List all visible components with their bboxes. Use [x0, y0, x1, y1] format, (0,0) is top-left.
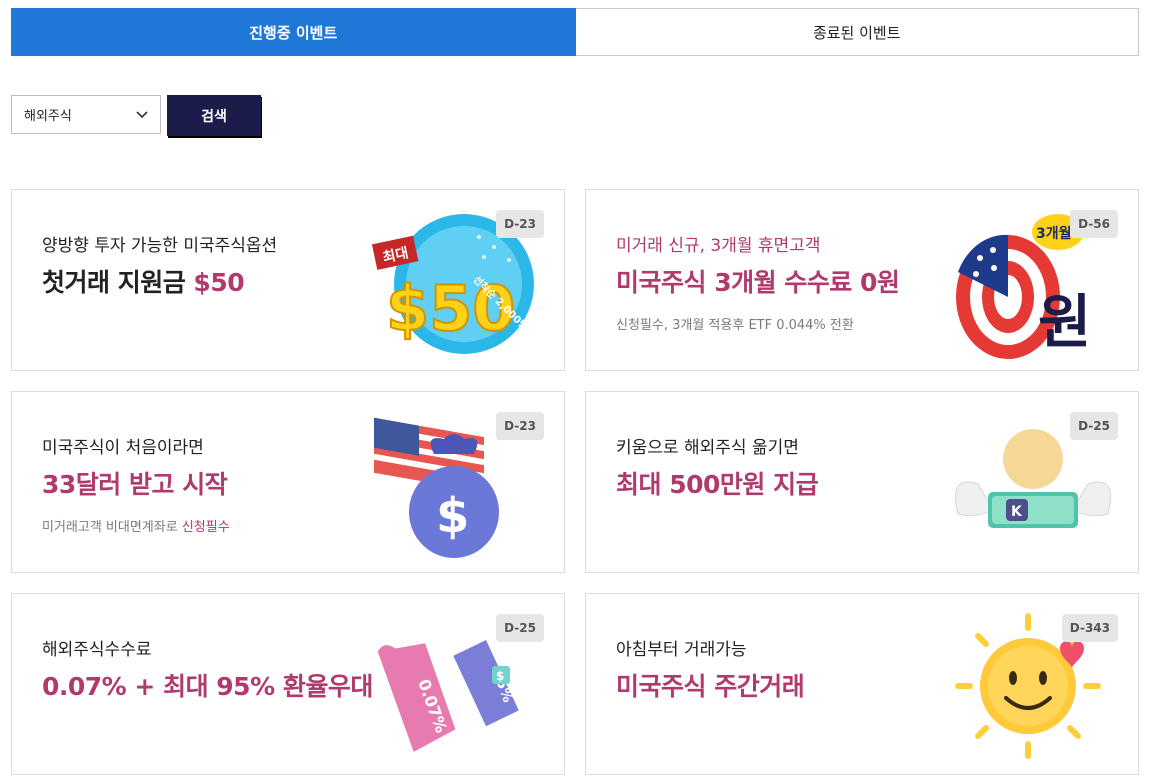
- filter-row: 해외주식 검색: [11, 95, 261, 136]
- tag-dollar-text: $: [496, 669, 504, 683]
- card-headline: 미국주식 3개월 수수료 0원: [616, 268, 900, 297]
- card-headline: 0.07% + 최대 95% 환율우대: [42, 672, 373, 701]
- dday-badge: D-25: [496, 614, 544, 642]
- event-card-transfer[interactable]: 키움으로 해외주식 옮기면 최대 500만원 지급 D-25 K: [585, 391, 1139, 573]
- event-card-zero-fee[interactable]: 미거래 신규, 3개월 휴면고객 미국주식 3개월 수수료 0원 신청필수, 3…: [585, 189, 1139, 371]
- event-card-day-trading[interactable]: 아침부터 거래가능 미국주식 주간거래 D-343: [585, 593, 1139, 775]
- card-headline: 33달러 받고 시작: [42, 470, 228, 499]
- card-subtitle: 해외주식수수료: [42, 640, 152, 660]
- event-card-first-stock[interactable]: 미국주식이 처음이라면 33달러 받고 시작 미거래고객 비대면계좌로 신청필수…: [11, 391, 565, 573]
- event-card-options[interactable]: 양방향 투자 가능한 미국주식옵션 첫거래 지원금 $50 D-23 최대 $5…: [11, 189, 565, 371]
- won-text: 원: [1038, 288, 1091, 356]
- card-headline: 미국주식 주간거래: [616, 672, 805, 701]
- card-note: 신청필수, 3개월 적용후 ETF 0.044% 전환: [616, 318, 854, 333]
- card-headline-accent: $50: [193, 268, 245, 297]
- search-button[interactable]: 검색: [167, 95, 261, 136]
- dday-badge: D-343: [1061, 614, 1118, 642]
- tab-ongoing-events[interactable]: 진행중 이벤트: [11, 8, 576, 56]
- card-subtitle: 미국주식이 처음이라면: [42, 438, 204, 458]
- market-select[interactable]: 해외주식: [11, 95, 161, 134]
- card-headline: 첫거래 지원금 $50: [42, 263, 245, 299]
- card-note-highlight: 신청필수: [181, 520, 230, 535]
- dday-badge: D-23: [496, 412, 544, 440]
- card-note: 미거래고객 비대면계좌로 신청필수: [42, 516, 230, 535]
- kiwoom-logo-text: K: [1011, 504, 1023, 520]
- dday-badge: D-56: [1070, 210, 1118, 238]
- chevron-down-icon: [136, 110, 148, 118]
- card-note-text: 미거래고객 비대면계좌로: [42, 520, 182, 535]
- tab-ended-events[interactable]: 종료된 이벤트: [575, 8, 1139, 56]
- bubble-text: 3개월: [1036, 225, 1072, 242]
- card-subtitle: 키움으로 해외주식 옮기면: [616, 438, 799, 458]
- event-tabs: 진행중 이벤트 종료된 이벤트: [11, 8, 1139, 56]
- card-subtitle: 양방향 투자 가능한 미국주식옵션: [42, 236, 278, 256]
- card-subtitle: 아침부터 거래가능: [616, 640, 747, 660]
- dday-badge: D-23: [496, 210, 544, 238]
- card-headline-main: 첫거래 지원금: [42, 268, 194, 297]
- dollar-symbol-text: $: [436, 488, 469, 544]
- card-subtitle: 미거래 신규, 3개월 휴면고객: [616, 236, 821, 256]
- event-card-fee-fx[interactable]: 해외주식수수료 0.07% + 최대 95% 환율우대 D-25 0.07% 9…: [11, 593, 565, 775]
- market-select-value: 해외주식: [24, 109, 72, 124]
- dday-badge: D-25: [1070, 412, 1118, 440]
- amount-text: $50: [386, 272, 515, 345]
- card-headline: 최대 500만원 지급: [616, 470, 819, 499]
